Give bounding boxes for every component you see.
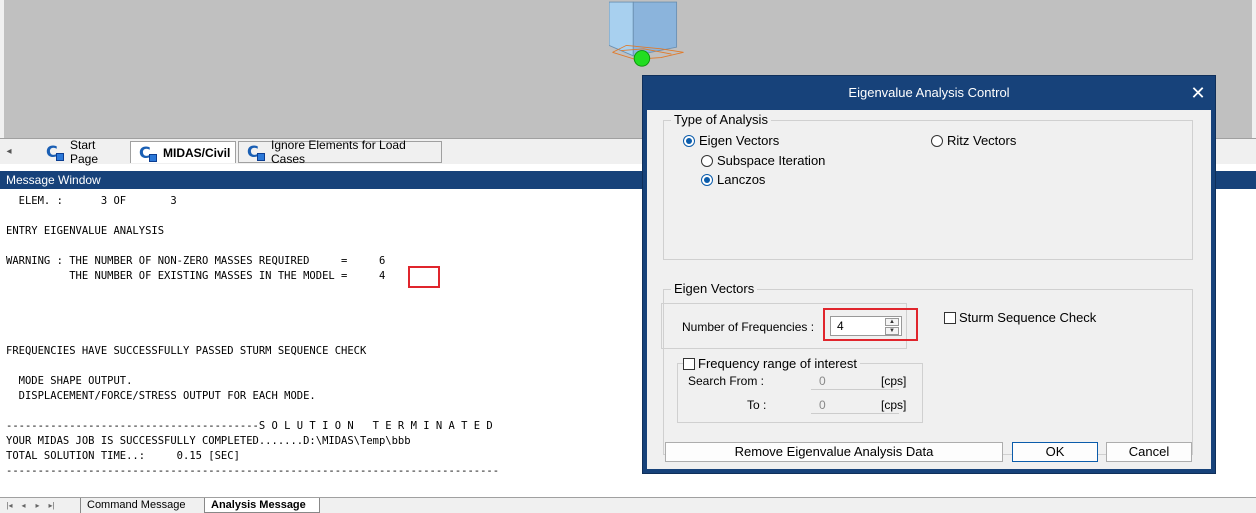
unit-label: [cps]: [881, 374, 907, 388]
checkbox-unchecked-icon: [944, 311, 956, 324]
type-of-analysis-label: Type of Analysis: [671, 112, 771, 127]
tab-label: Start Page: [70, 138, 99, 166]
to-label: To :: [747, 398, 767, 412]
radio-subspace-iteration[interactable]: Subspace Iteration: [701, 153, 825, 168]
message-line: ----------------------------------------…: [6, 420, 493, 432]
tab-label: Ignore Elements for Load Cases: [271, 138, 406, 166]
midas-app-icon: C: [247, 143, 265, 161]
radio-unselected-icon: [701, 154, 713, 167]
tab-scroll-left-icon[interactable]: ◂: [2, 144, 16, 160]
message-line: ELEM. : 3 OF 3: [6, 195, 177, 207]
highlight-box: [408, 266, 440, 288]
tab-label: MIDAS/Civil: [163, 145, 231, 160]
radio-label: Eigen Vectors: [699, 133, 780, 148]
midas-app-icon: C: [46, 143, 64, 161]
remove-eigenvalue-data-button[interactable]: Remove Eigenvalue Analysis Data: [665, 442, 1003, 462]
sturm-sequence-checkbox[interactable]: Sturm Sequence Check: [944, 310, 1096, 325]
radio-selected-icon: [683, 134, 695, 147]
midas-app-icon: C: [139, 143, 157, 162]
last-tab-icon[interactable]: ▸|: [46, 500, 57, 512]
model-column-graphic: [609, 1, 684, 67]
message-line: THE NUMBER OF EXISTING MASSES IN THE MOD…: [6, 270, 386, 282]
radio-unselected-icon: [931, 134, 943, 147]
message-line: DISPLACEMENT/FORCE/STRESS OUTPUT FOR EAC…: [6, 390, 316, 402]
message-line: YOUR MIDAS JOB IS SUCCESSFULLY COMPLETED…: [6, 435, 411, 447]
radio-lanczos[interactable]: Lanczos: [701, 172, 765, 187]
frequency-range-checkbox[interactable]: Frequency range of interest: [683, 356, 860, 371]
dialog-title: Eigenvalue Analysis Control: [848, 85, 1010, 100]
radio-selected-icon: [701, 173, 713, 186]
radio-eigen-vectors[interactable]: Eigen Vectors: [683, 133, 779, 148]
checkbox-unchecked-icon: [683, 357, 695, 370]
eigenvalue-dialog: Eigenvalue Analysis Control ✕ Type of An…: [642, 75, 1216, 474]
radio-label: Lanczos: [717, 172, 766, 187]
message-line: MODE SHAPE OUTPUT.: [6, 375, 133, 387]
message-line: ENTRY EIGENVALUE ANALYSIS: [6, 225, 165, 237]
num-frequencies-label: Number of Frequencies :: [682, 320, 815, 334]
ok-button[interactable]: OK: [1012, 442, 1098, 462]
radio-label: Ritz Vectors: [947, 133, 1017, 148]
tab-analysis-message[interactable]: Analysis Message: [204, 498, 320, 513]
message-tab-bar: |◂ ◂ ▸ ▸| Command Message Analysis Messa…: [0, 497, 1256, 513]
unit-label: [cps]: [881, 398, 907, 412]
message-line: FREQUENCIES HAVE SUCCESSFULLY PASSED STU…: [6, 345, 367, 357]
dialog-body: Type of Analysis Eigen Vectors Ritz Vect…: [647, 110, 1211, 469]
radio-label: Subspace Iteration: [717, 153, 826, 168]
eigen-vectors-group-label: Eigen Vectors: [671, 281, 758, 296]
checkbox-label: Frequency range of interest: [698, 356, 857, 371]
first-tab-icon[interactable]: |◂: [4, 500, 15, 512]
tab-ignore-elements[interactable]: C Ignore Elements for Load Cases: [238, 138, 442, 166]
search-from-label: Search From :: [688, 374, 765, 388]
message-line: TOTAL SOLUTION TIME..: 0.15 [SEC]: [6, 450, 240, 462]
tab-command-message[interactable]: Command Message: [80, 498, 204, 513]
close-icon[interactable]: ✕: [1189, 84, 1207, 102]
checkbox-label: Sturm Sequence Check: [959, 310, 1097, 325]
next-tab-icon[interactable]: ▸: [32, 500, 43, 512]
message-line: ----------------------------------------…: [6, 465, 500, 477]
tab-start-page[interactable]: C Start Page: [38, 138, 130, 166]
message-line: WARNING : THE NUMBER OF NON-ZERO MASSES …: [6, 255, 386, 267]
cancel-button[interactable]: Cancel: [1106, 442, 1192, 462]
radio-ritz-vectors[interactable]: Ritz Vectors: [931, 133, 1016, 148]
highlight-box: [823, 308, 918, 341]
tab-midas-civil[interactable]: C MIDAS/Civil: [130, 141, 236, 163]
prev-tab-icon[interactable]: ◂: [18, 500, 29, 512]
